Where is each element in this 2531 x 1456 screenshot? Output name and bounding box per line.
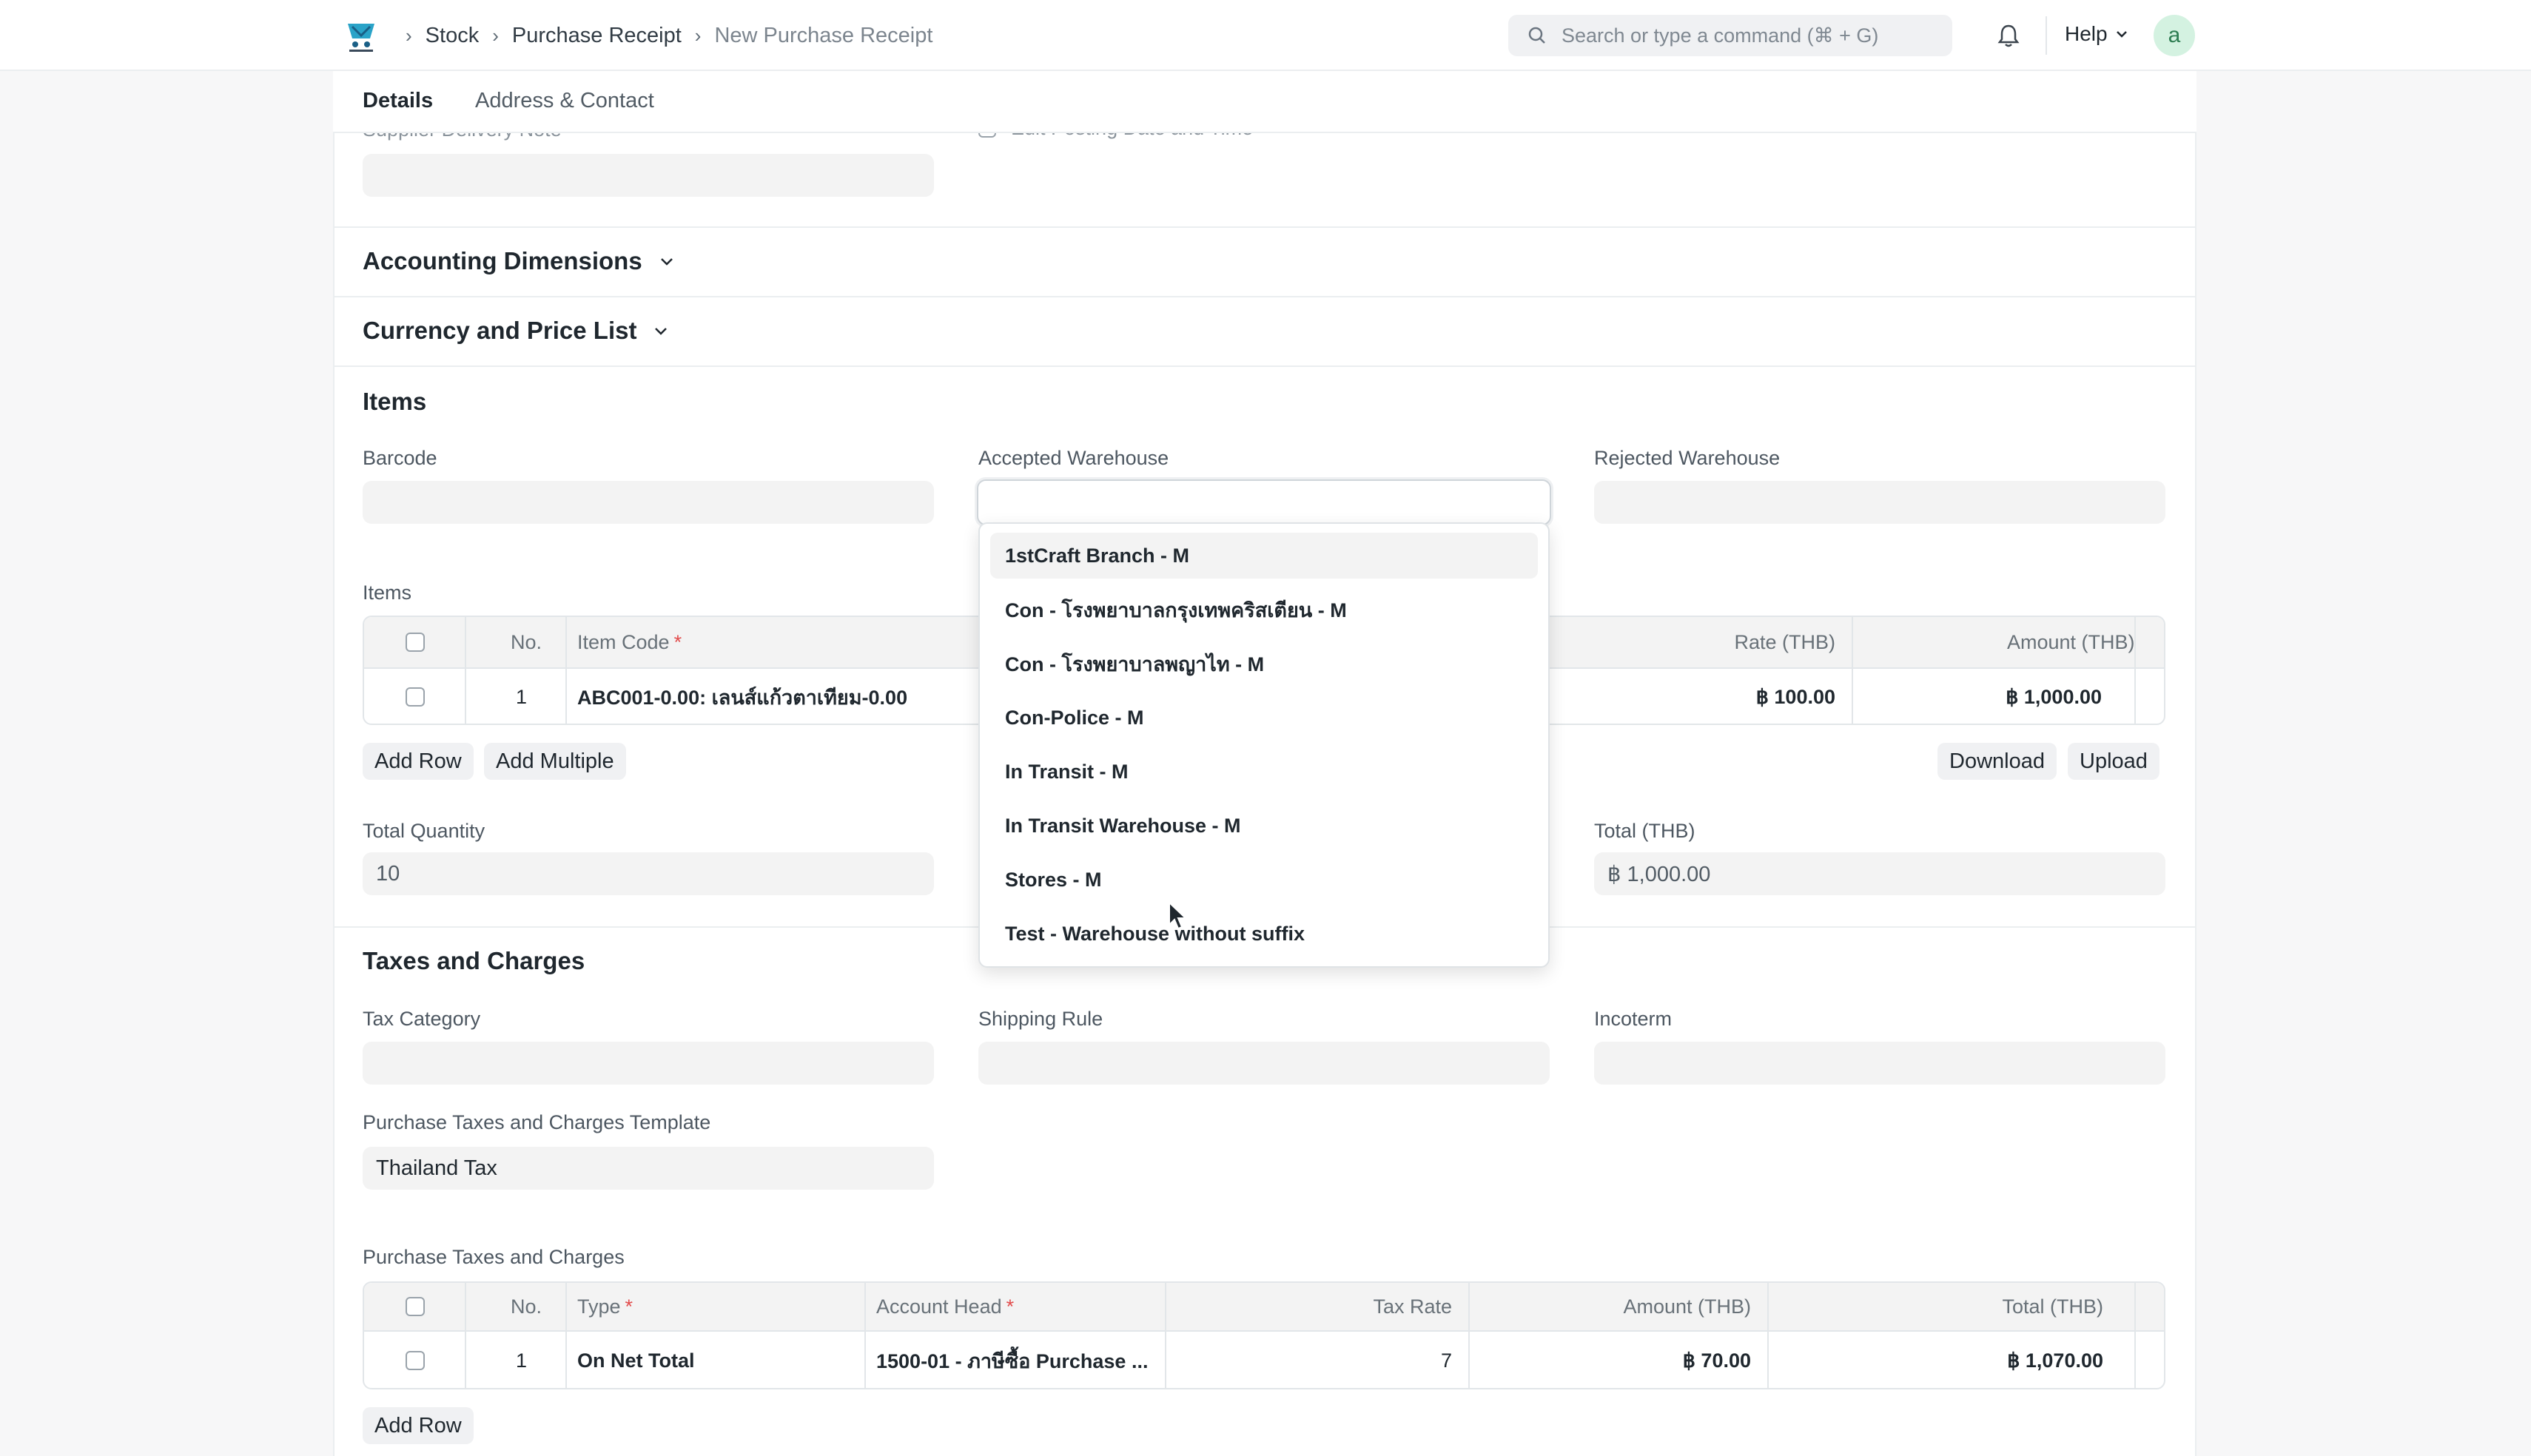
taxes-section-title: Taxes and Charges	[363, 947, 585, 974]
chevron-right-icon: ›	[492, 24, 499, 47]
search-icon	[1528, 27, 1545, 44]
chevron-down-icon	[660, 258, 673, 266]
total-quantity-field: 10	[363, 852, 934, 895]
taxes-table-header: No. Type * Account Head * Tax Rate Amount …	[364, 1283, 2164, 1330]
incoterm-field[interactable]	[1594, 1042, 2165, 1085]
search-input[interactable]	[1560, 23, 1948, 48]
breadcrumb-purchase-receipt[interactable]: Purchase Receipt	[512, 24, 682, 48]
row-checkbox[interactable]	[406, 687, 425, 707]
accounting-dimensions-title: Accounting Dimensions	[363, 247, 642, 274]
select-all-checkbox[interactable]	[406, 1297, 425, 1316]
chevron-right-icon: ›	[406, 24, 412, 47]
tax-category-label: Tax Category	[363, 1008, 481, 1030]
row-account-head[interactable]: 1500-01 - ภาษีซื้อ Purchase ...	[864, 1332, 1160, 1388]
row-amount[interactable]: ฿ 1,000.00	[1852, 669, 2118, 724]
dropdown-option[interactable]: 1stCraft Branch - M	[990, 533, 1538, 579]
dropdown-option[interactable]: Con - โรงพยาบาลกรุงเทพคริสเตียน - M	[990, 587, 1538, 633]
help-label: Help	[2065, 22, 2108, 45]
taxes-template-field[interactable]: Thailand Tax	[363, 1147, 934, 1190]
row-item-code[interactable]: ABC001-0.00: เลนส์แก้วตาเทียม-0.00	[565, 669, 1024, 724]
supplier-delivery-note-field[interactable]	[363, 154, 934, 197]
row-amount[interactable]: ฿ 70.00	[1468, 1332, 1767, 1388]
app-logo-icon[interactable]	[342, 16, 380, 55]
navbar: › Stock › Purchase Receipt › New Purchas…	[0, 0, 2531, 71]
chevron-right-icon: ›	[694, 24, 702, 47]
barcode-field[interactable]	[363, 481, 934, 524]
accepted-warehouse-input[interactable]	[977, 479, 1551, 525]
shipping-rule-label: Shipping Rule	[978, 1008, 1103, 1030]
download-button[interactable]: Download	[1937, 743, 2057, 780]
accounting-dimensions-section[interactable]: Accounting Dimensions	[363, 247, 676, 275]
table-row[interactable]: 1 On Net Total 1500-01 - ภาษีซื้อ Purcha…	[364, 1332, 2164, 1388]
section-divider	[333, 226, 2196, 228]
taxes-table: No. Type * Account Head * Tax Rate Amount …	[363, 1281, 2165, 1389]
items-section-title: Items	[363, 388, 427, 415]
barcode-label: Barcode	[363, 447, 437, 469]
currency-price-list-title: Currency and Price List	[363, 317, 637, 344]
chevron-down-icon	[655, 328, 668, 335]
notification-bell-icon[interactable]	[1995, 22, 2022, 49]
upload-button[interactable]: Upload	[2068, 743, 2159, 780]
column-header-account-head: Account Head *	[876, 1295, 1015, 1318]
column-header-rate: Rate (THB)	[1734, 630, 1835, 653]
search-bar[interactable]	[1508, 15, 1952, 56]
total-quantity-label: Total Quantity	[363, 820, 485, 842]
row-rate[interactable]: ฿ 100.00	[1548, 669, 1852, 724]
column-header-tax-rate: Tax Rate	[1373, 1295, 1452, 1318]
tab-address-contact[interactable]: Address & Contact	[475, 89, 654, 113]
column-header-no: No.	[510, 1295, 542, 1318]
rejected-warehouse-field[interactable]	[1594, 481, 2165, 524]
column-header-total: Total (THB)	[2002, 1295, 2103, 1318]
tax-category-field[interactable]	[363, 1042, 934, 1085]
accepted-warehouse-label: Accepted Warehouse	[978, 447, 1169, 469]
add-row-button[interactable]: Add Row	[363, 743, 474, 780]
column-header-amount: Amount (THB)	[2007, 630, 2135, 653]
shipping-rule-field[interactable]	[978, 1042, 1550, 1085]
section-divider	[333, 296, 2196, 297]
add-tax-row-button[interactable]: Add Row	[363, 1407, 474, 1444]
column-header-amount: Amount (THB)	[1623, 1295, 1751, 1318]
mouse-cursor-icon	[1169, 901, 1188, 930]
dropdown-option[interactable]: Con - โรงพยาบาลพญาไท - M	[990, 641, 1538, 687]
navbar-divider	[2046, 16, 2047, 55]
avatar[interactable]: a	[2154, 15, 2195, 56]
chevron-down-icon	[2116, 31, 2127, 38]
dropdown-option[interactable]: Test - Warehouse without suffix	[990, 911, 1538, 957]
help-menu-button[interactable]: Help	[2065, 22, 2130, 46]
currency-price-list-section[interactable]: Currency and Price List	[363, 317, 670, 345]
items-table-label: Items	[363, 582, 412, 604]
row-tax-rate[interactable]: 7	[1165, 1332, 1468, 1388]
column-header-type: Type *	[577, 1295, 633, 1318]
dropdown-option[interactable]: In Transit - M	[990, 749, 1538, 795]
dropdown-option[interactable]: In Transit Warehouse - M	[990, 803, 1538, 849]
row-type[interactable]: On Net Total	[565, 1332, 861, 1388]
rejected-warehouse-label: Rejected Warehouse	[1594, 447, 1781, 469]
breadcrumb: › Stock › Purchase Receipt › New Purchas…	[406, 0, 946, 71]
row-checkbox[interactable]	[406, 1351, 425, 1370]
template-label: Purchase Taxes and Charges Template	[363, 1111, 711, 1133]
section-divider	[333, 365, 2196, 367]
row-total[interactable]: ฿ 1,070.00	[1767, 1332, 2120, 1388]
row-no: 1	[515, 1349, 527, 1372]
total-field: ฿ 1,000.00	[1594, 852, 2165, 895]
column-header-no: No.	[510, 630, 542, 653]
tab-bar: Details Address & Contact	[333, 71, 2196, 133]
warehouse-dropdown: 1stCraft Branch - M Con - โรงพยาบาลกรุงเ…	[978, 522, 1550, 968]
total-label: Total (THB)	[1594, 820, 1695, 842]
incoterm-label: Incoterm	[1594, 1008, 1673, 1030]
select-all-checkbox[interactable]	[406, 633, 425, 652]
add-multiple-button[interactable]: Add Multiple	[484, 743, 626, 780]
tab-details[interactable]: Details	[363, 89, 433, 113]
row-no: 1	[515, 685, 527, 708]
column-header-item-code: Item Code *	[577, 630, 682, 653]
dropdown-option[interactable]: Stores - M	[990, 857, 1538, 903]
taxes-table-label: Purchase Taxes and Charges	[363, 1246, 625, 1268]
breadcrumb-stock[interactable]: Stock	[426, 24, 480, 48]
dropdown-option[interactable]: Con-Police - M	[990, 695, 1538, 741]
breadcrumb-current: New Purchase Receipt	[714, 23, 933, 47]
